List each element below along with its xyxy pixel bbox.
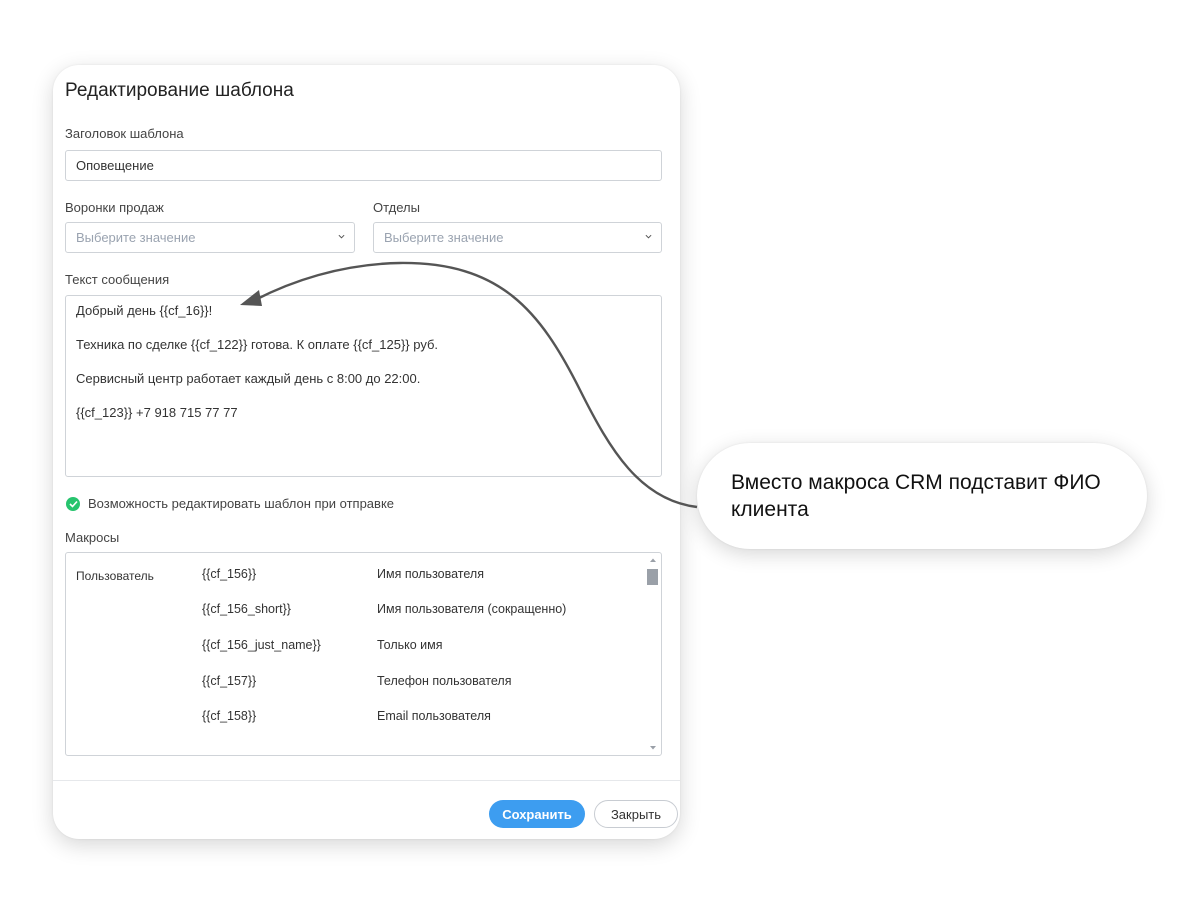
check-circle-icon[interactable] bbox=[66, 496, 80, 511]
macros-list[interactable]: Пользователь {{cf_156}} Имя пользователя… bbox=[65, 552, 662, 756]
editable-option-checkbox[interactable]: Возможность редактировать шаблон при отп… bbox=[66, 495, 394, 512]
macro-code: {{cf_156_short}} bbox=[202, 602, 291, 616]
scrollbar-thumb[interactable] bbox=[647, 569, 658, 585]
footer-divider bbox=[53, 780, 680, 781]
departments-label: Отделы bbox=[373, 200, 420, 215]
departments-select[interactable]: Выберите значение bbox=[373, 222, 662, 253]
scroll-up-arrow-icon[interactable] bbox=[649, 557, 657, 563]
funnels-label: Воронки продаж bbox=[65, 200, 164, 215]
macro-code: {{cf_157}} bbox=[202, 674, 257, 688]
template-title-label: Заголовок шаблона bbox=[65, 126, 184, 141]
macro-row[interactable]: {{cf_157}} Телефон пользователя bbox=[66, 674, 646, 692]
macro-description: Телефон пользователя bbox=[377, 674, 512, 688]
macro-description: Имя пользователя (сокращенно) bbox=[377, 602, 567, 616]
macro-code: {{cf_158}} bbox=[202, 709, 257, 723]
message-textarea[interactable]: Добрый день {{cf_16}}! Техника по сделке… bbox=[65, 295, 662, 477]
macro-row[interactable]: {{cf_156}} Имя пользователя bbox=[66, 567, 646, 585]
macro-description: Имя пользователя bbox=[377, 567, 484, 581]
macro-description: Email пользователя bbox=[377, 709, 491, 723]
message-line: Сервисный центр работает каждый день с 8… bbox=[76, 371, 421, 386]
message-label: Текст сообщения bbox=[65, 272, 170, 287]
message-line: Добрый день {{cf_16}}! bbox=[76, 303, 213, 318]
funnels-placeholder: Выберите значение bbox=[76, 230, 196, 245]
scroll-down-arrow-icon[interactable] bbox=[649, 745, 657, 751]
macros-label: Макросы bbox=[65, 530, 120, 545]
macro-code: {{cf_156_just_name}} bbox=[202, 638, 321, 652]
template-title-input[interactable]: Оповещение bbox=[65, 150, 662, 181]
departments-placeholder: Выберите значение bbox=[384, 230, 504, 245]
message-line: {{cf_123}} +7 918 715 77 77 bbox=[76, 405, 238, 420]
edit-template-modal: Редактирование шаблона Заголовок шаблона… bbox=[53, 65, 680, 839]
macro-code: {{cf_156}} bbox=[202, 567, 257, 581]
callout-text: Вместо макроса CRM подставит ФИО клиента bbox=[731, 471, 1101, 521]
modal-title: Редактирование шаблона bbox=[65, 80, 294, 101]
funnels-select[interactable]: Выберите значение bbox=[65, 222, 355, 253]
save-button[interactable]: Сохранить bbox=[489, 800, 585, 828]
macro-row[interactable]: {{cf_156_just_name}} Только имя bbox=[66, 638, 646, 656]
chevron-down-icon bbox=[338, 234, 345, 239]
macro-row[interactable]: {{cf_156_short}} Имя пользователя (сокра… bbox=[66, 602, 646, 620]
close-button[interactable]: Закрыть bbox=[594, 800, 678, 828]
editable-option-label: Возможность редактировать шаблон при отп… bbox=[88, 496, 395, 511]
annotation-callout: Вместо макроса CRM подставит ФИО клиента bbox=[697, 443, 1147, 549]
macro-description: Только имя bbox=[377, 638, 443, 652]
chevron-down-icon bbox=[645, 234, 652, 239]
message-line: Техника по сделке {{cf_122}} готова. К о… bbox=[76, 337, 439, 352]
macro-row[interactable]: {{cf_158}} Email пользователя bbox=[66, 709, 646, 727]
